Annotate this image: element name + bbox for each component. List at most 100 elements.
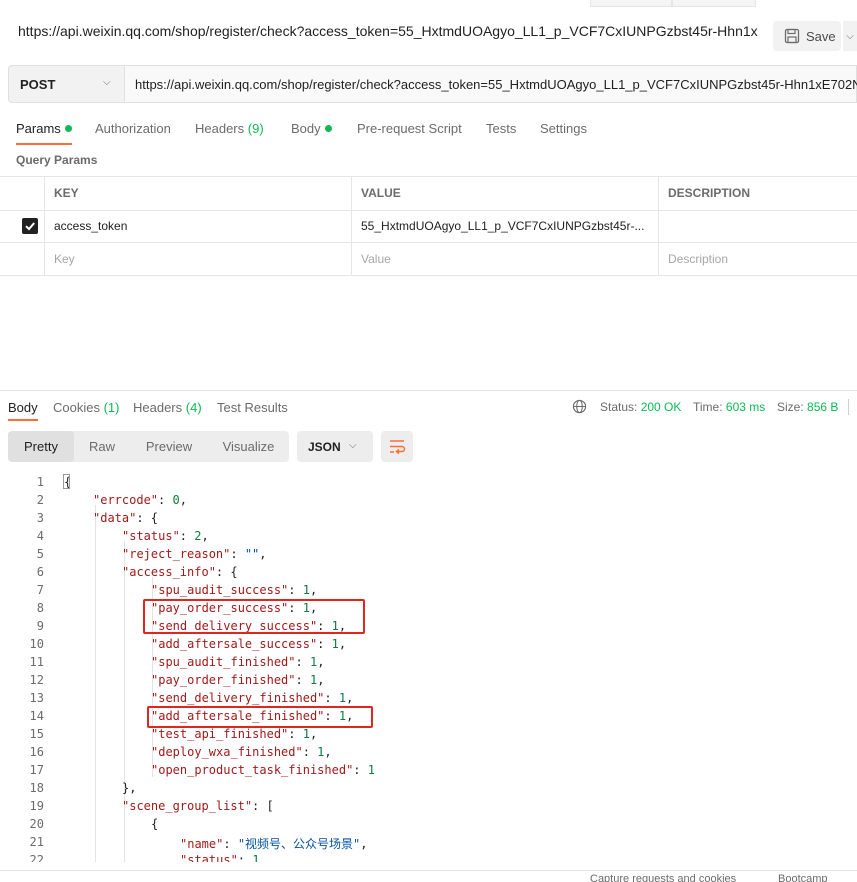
tab-params[interactable]: Params <box>16 121 72 136</box>
request-title[interactable]: https://api.weixin.qq.com/shop/register/… <box>18 23 758 39</box>
format-select[interactable]: JSON ⌵ <box>297 431 373 462</box>
body-active-dot <box>324 125 332 132</box>
column-header-key: KEY <box>54 186 79 200</box>
status-value: 200 OK <box>640 400 682 414</box>
tab-settings[interactable]: Settings <box>540 121 587 136</box>
tab-prerequest-script[interactable]: Pre-request Script <box>357 121 462 136</box>
code-token: "视频号、公众号场景" <box>237 837 361 851</box>
code-token: : <box>237 853 253 862</box>
params-header-row: KEY VALUE DESCRIPTION <box>0 176 857 211</box>
save-dropdown-chevron-icon[interactable]: ⌵ <box>843 21 857 51</box>
code-token: , <box>317 655 325 669</box>
method-select[interactable]: POST ⌵ <box>8 65 124 103</box>
description-input[interactable]: Description <box>668 252 728 266</box>
line-number: 7 <box>36 583 44 597</box>
tab-response-body[interactable]: Body <box>8 400 38 415</box>
code-token: 1 <box>252 853 260 862</box>
visualize-button[interactable]: Visualize <box>212 431 285 462</box>
code-token: : <box>317 637 332 651</box>
response-body-viewer[interactable]: 1{2 "errcode": 0, 3 "data": {4 "status": 2, 5… <box>0 473 857 862</box>
key-input[interactable]: Key <box>54 252 75 266</box>
tab-response-cookies[interactable]: Cookies (1) <box>53 400 119 415</box>
line-number: 17 <box>29 763 44 777</box>
checkbox-checked-icon[interactable] <box>22 218 38 234</box>
divider <box>848 399 849 415</box>
preview-button[interactable]: Preview <box>136 431 202 462</box>
params-active-dot <box>64 125 72 132</box>
code-token: : <box>179 529 195 543</box>
code-token: 1 <box>367 763 375 777</box>
save-button[interactable]: Save <box>773 21 841 51</box>
line-number: 1 <box>36 475 44 489</box>
tab-test-results[interactable]: Test Results <box>217 400 288 415</box>
line-number: 2 <box>36 493 44 507</box>
highlight-box <box>147 706 373 728</box>
line-number: 3 <box>36 511 44 525</box>
value-input[interactable]: Value <box>361 252 391 266</box>
code-token: { <box>151 817 159 831</box>
line-number: 16 <box>29 745 44 759</box>
tab-authorization[interactable]: Authorization <box>95 121 171 136</box>
code-token: : <box>295 655 310 669</box>
status-indicator[interactable]: Status: 200 OK <box>600 400 681 414</box>
code-token: : <box>353 763 368 777</box>
code-line: { <box>151 817 158 831</box>
tab-headers[interactable]: Headers (9) <box>195 121 264 136</box>
code-token: : <box>230 547 245 561</box>
code-token: "status" <box>122 529 180 543</box>
line-number: 8 <box>36 601 44 615</box>
code-line: "status": 1 <box>180 853 259 862</box>
table-row: Key Value Description <box>0 243 857 276</box>
tab-response-headers[interactable]: Headers (4) <box>133 400 202 415</box>
url-input[interactable]: https://api.weixin.qq.com/shop/register/… <box>124 65 857 103</box>
code-line: "access_info": { <box>122 565 238 579</box>
raw-button[interactable]: Raw <box>78 431 126 462</box>
code-token: , <box>317 673 325 687</box>
code-token: 0 <box>172 493 180 507</box>
time-indicator[interactable]: Time: 603 ms <box>693 400 765 414</box>
time-value: 603 ms <box>725 400 766 414</box>
time-label: Time: <box>693 400 723 414</box>
wrap-lines-icon <box>390 440 406 455</box>
globe-icon[interactable] <box>572 399 587 414</box>
size-indicator[interactable]: Size: 856 B <box>777 400 838 414</box>
code-line: "data": { <box>93 511 158 525</box>
code-line: "spu_audit_finished": 1, <box>151 655 324 669</box>
size-label: Size: <box>777 400 804 414</box>
param-key[interactable]: access_token <box>54 219 127 233</box>
code-token: , <box>338 637 347 651</box>
code-token: , <box>179 493 187 507</box>
pretty-button[interactable]: Pretty <box>8 431 74 462</box>
status-label: Status: <box>600 400 638 414</box>
code-token: : <box>302 745 318 759</box>
indent-guide <box>124 541 125 862</box>
response-divider[interactable] <box>0 390 857 391</box>
tab-body[interactable]: Body <box>291 121 332 136</box>
table-row: access_token 55_HxtmdUOAgyo_LL1_p_VCF7Cx… <box>0 210 857 243</box>
code-token: : <box>288 583 303 597</box>
code-line: "errcode": 0, <box>93 493 187 507</box>
save-icon <box>784 28 800 44</box>
code-token: "reject_reason" <box>122 547 231 561</box>
code-token: "scene_group_list" <box>122 799 253 813</box>
line-number: 18 <box>29 781 44 795</box>
size-value: 856 B <box>807 400 839 414</box>
url-text: https://api.weixin.qq.com/shop/register/… <box>135 77 857 92</box>
code-line: "send_delivery_finished": 1, <box>151 691 353 705</box>
code-token: , <box>259 547 267 561</box>
line-number: 5 <box>36 547 44 561</box>
line-number: 9 <box>36 619 44 633</box>
code-token: , <box>360 837 368 851</box>
tab-body-label: Body <box>291 121 321 136</box>
param-value[interactable]: 55_HxtmdUOAgyo_LL1_p_VCF7CxIUNPGzbst45r-… <box>361 219 651 233</box>
bracket-match-cursor <box>63 474 70 489</box>
code-token: "add_aftersale_success" <box>151 637 318 651</box>
tab-headers-label: Headers <box>195 121 245 136</box>
format-toggle-group: Pretty Raw Preview Visualize <box>8 431 289 462</box>
code-token: "status" <box>180 853 238 862</box>
wrap-lines-button[interactable] <box>381 431 413 462</box>
code-token: "data" <box>93 511 137 525</box>
code-token: "name" <box>180 837 224 851</box>
tab-tests[interactable]: Tests <box>486 121 516 136</box>
request-title-row: https://api.weixin.qq.com/shop/register/… <box>0 6 857 55</box>
